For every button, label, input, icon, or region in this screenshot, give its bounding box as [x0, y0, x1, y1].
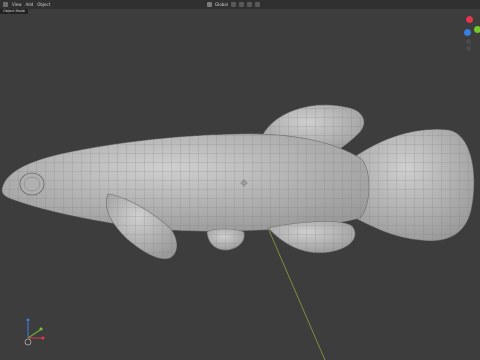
viewport-3d[interactable] [0, 0, 480, 360]
fish-mesh[interactable] [1, 104, 475, 260]
axis-orientation-icon [24, 318, 45, 346]
fish-eye [19, 172, 45, 196]
